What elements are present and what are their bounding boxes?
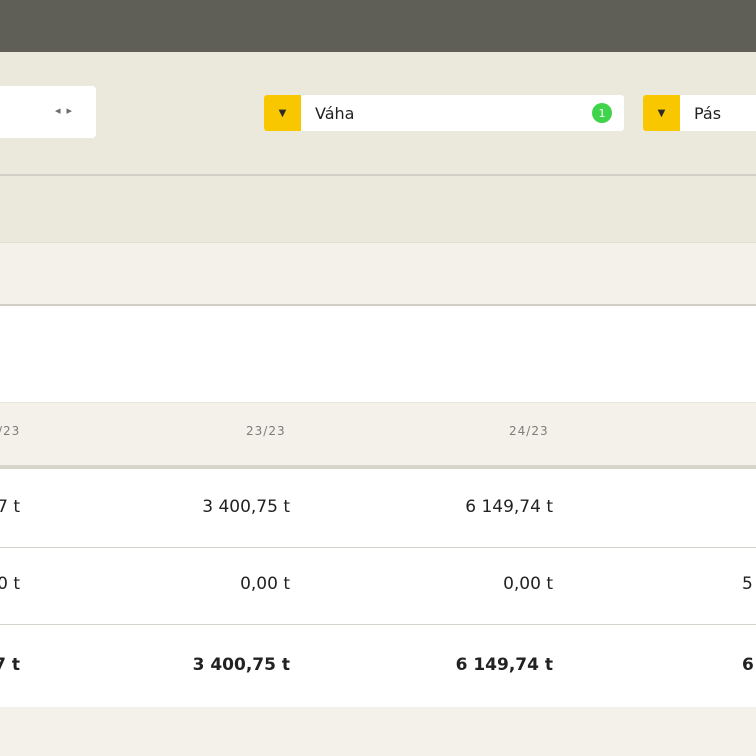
table-cell: 6 149,74 t bbox=[465, 497, 553, 517]
pas-filter-label: Pás bbox=[694, 103, 722, 123]
column-header: 23/23 bbox=[246, 424, 286, 438]
vaha-filter-dropdown[interactable]: ▼ Váha 1 bbox=[264, 95, 624, 131]
column-header: /23 bbox=[0, 424, 21, 438]
caret-down-icon[interactable]: ▼ bbox=[264, 95, 301, 131]
table-row-total bbox=[0, 625, 756, 707]
top-bar bbox=[0, 0, 756, 52]
table-cell: 3 400,75 t bbox=[202, 497, 290, 517]
left-right-arrows-icon[interactable]: ◂▸ bbox=[55, 104, 78, 117]
table-total-cell: 6 149,74 t bbox=[455, 655, 553, 675]
toolbar-band bbox=[0, 242, 756, 305]
table-header bbox=[0, 402, 756, 467]
table-cell: 5 bbox=[742, 574, 753, 594]
table-total-cell: 7 t bbox=[0, 655, 20, 675]
table-cell: 0,00 t bbox=[240, 574, 290, 594]
table-total-cell: 3 400,75 t bbox=[192, 655, 290, 675]
pas-filter-dropdown[interactable]: ▼ Pás bbox=[643, 95, 756, 131]
vaha-filter-count-badge: 1 bbox=[592, 103, 612, 123]
table-cell: 7 t bbox=[0, 497, 20, 517]
caret-down-icon[interactable]: ▼ bbox=[643, 95, 680, 131]
table-cell: 0 t bbox=[0, 574, 20, 594]
column-header: 24/23 bbox=[509, 424, 549, 438]
table-row bbox=[0, 548, 756, 625]
table-row bbox=[0, 469, 756, 548]
section-band bbox=[0, 176, 756, 242]
table-cell: 0,00 t bbox=[503, 574, 553, 594]
chart-area bbox=[0, 306, 756, 402]
table-total-cell: 6 0 bbox=[742, 655, 756, 675]
vaha-filter-label: Váha bbox=[315, 103, 355, 123]
period-pager[interactable]: ◂▸ bbox=[0, 86, 96, 138]
